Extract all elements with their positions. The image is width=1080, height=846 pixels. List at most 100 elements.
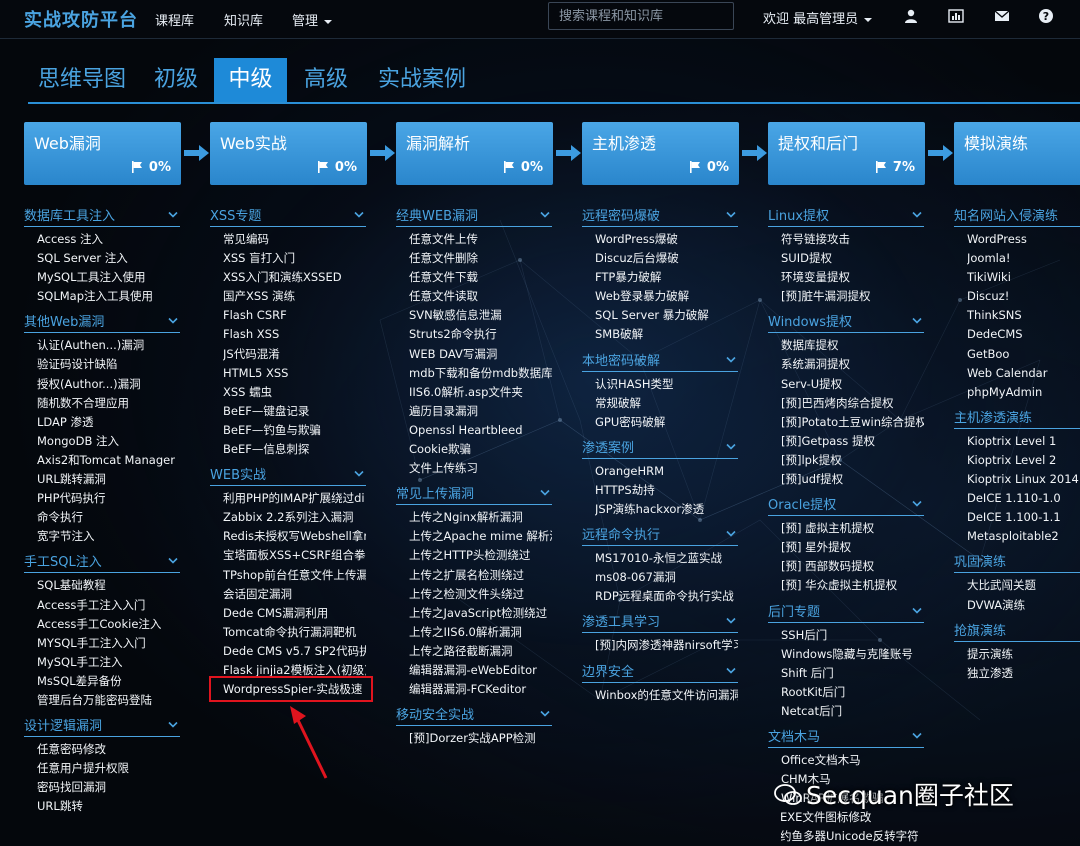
- section-header[interactable]: 数据库工具注入: [24, 208, 180, 227]
- lesson-item[interactable]: mdb下载和备份mdb数据库: [409, 364, 552, 383]
- lesson-item[interactable]: [预]脏牛漏洞提权: [781, 287, 924, 306]
- lesson-item[interactable]: MsSQL差异备份: [37, 672, 180, 691]
- lesson-item[interactable]: SUID提权: [781, 249, 924, 268]
- tab-advanced[interactable]: 高级: [304, 58, 348, 102]
- lesson-item[interactable]: WEB DAV写漏洞: [409, 345, 552, 364]
- lesson-item[interactable]: Metasploitable2: [967, 527, 1080, 546]
- lesson-item[interactable]: [预]Getpass 提权: [781, 432, 924, 451]
- section-header[interactable]: 常见上传漏洞: [396, 486, 552, 506]
- lesson-item[interactable]: 约鱼多器Unicode反转字符: [781, 827, 924, 846]
- lesson-item[interactable]: [预] 华众虚拟主机提权: [781, 576, 924, 595]
- lesson-item[interactable]: Shift 后门: [781, 664, 924, 683]
- nav-course-library[interactable]: 课程库: [155, 10, 194, 29]
- nav-manage[interactable]: 管理: [292, 10, 333, 29]
- lesson-item[interactable]: Winbox的任意文件访问漏洞: [595, 686, 738, 705]
- lesson-item[interactable]: SVN敏感信息泄漏: [409, 306, 552, 325]
- lesson-item[interactable]: [预]lpk提权: [781, 451, 924, 470]
- user-menu[interactable]: 欢迎 最高管理员: [763, 8, 873, 27]
- section-header[interactable]: 文档木马: [768, 729, 924, 748]
- lesson-item[interactable]: PHP代码执行: [37, 489, 180, 508]
- search-input[interactable]: [548, 2, 734, 30]
- section-header[interactable]: 边界安全: [582, 664, 738, 683]
- lesson-item[interactable]: 上传之路径截断漏洞: [409, 642, 552, 661]
- lesson-item[interactable]: MySQL工具注入使用: [37, 268, 180, 287]
- step-card-0[interactable]: Web漏洞 0%: [24, 122, 181, 185]
- lesson-item[interactable]: 命令执行: [37, 508, 180, 527]
- lesson-item[interactable]: Office文档木马: [781, 751, 924, 770]
- lesson-item[interactable]: XSS入门和演练XSSED: [223, 268, 366, 287]
- lesson-item[interactable]: Tomcat命令执行漏洞靶机: [223, 623, 366, 642]
- lesson-item[interactable]: 提示演练: [967, 645, 1080, 664]
- section-header[interactable]: 主机渗透演练: [954, 410, 1080, 429]
- lesson-item[interactable]: TPshop前台任意文件上传漏: [223, 566, 366, 585]
- step-card-4[interactable]: 提权和后门 7%: [768, 122, 925, 185]
- lesson-item[interactable]: 符号链接攻击: [781, 230, 924, 249]
- lesson-item[interactable]: Dede CMS v5.7 SP2代码执: [223, 642, 366, 661]
- lesson-item[interactable]: MYSQL手工注入入门: [37, 634, 180, 653]
- lesson-item[interactable]: 随机数不合理应用: [37, 394, 180, 413]
- lesson-item[interactable]: MySQL手工注入: [37, 653, 180, 672]
- mail-icon[interactable]: [994, 8, 1010, 24]
- section-header[interactable]: 巩固演练: [954, 554, 1080, 574]
- lesson-item[interactable]: Flash XSS: [223, 325, 366, 344]
- lesson-item[interactable]: 任意文件下载: [409, 268, 552, 287]
- lesson-item[interactable]: WordPress: [967, 230, 1080, 249]
- lesson-item[interactable]: 宽字节注入: [37, 527, 180, 546]
- lesson-item[interactable]: DeICE 1.100-1.1: [967, 508, 1080, 527]
- lesson-item[interactable]: Flash CSRF: [223, 306, 366, 325]
- lesson-item[interactable]: [预]内网渗透神器nirsoft学习: [595, 636, 738, 655]
- lesson-item[interactable]: 编辑器漏洞-FCKeditor: [409, 680, 552, 699]
- lesson-item[interactable]: 授权(Author...)漏洞: [37, 375, 180, 394]
- lesson-item[interactable]: 管理后台万能密码登陆: [37, 691, 180, 710]
- lesson-item[interactable]: SQL Server 暴力破解: [595, 306, 738, 325]
- lesson-item[interactable]: 系统漏洞提权: [781, 355, 924, 374]
- step-card-1[interactable]: Web实战 0%: [210, 122, 367, 185]
- lesson-item[interactable]: 任意用户提升权限: [37, 759, 180, 778]
- user-icon[interactable]: [903, 8, 919, 24]
- lesson-item[interactable]: Access手工Cookie注入: [37, 615, 180, 634]
- lesson-item[interactable]: Web登录暴力破解: [595, 287, 738, 306]
- lesson-item[interactable]: 独立渗透: [967, 664, 1080, 683]
- lesson-item[interactable]: HTML5 XSS: [223, 364, 366, 383]
- section-header[interactable]: 后门专题: [768, 604, 924, 623]
- lesson-item[interactable]: 上传之扩展名检测绕过: [409, 566, 552, 585]
- lesson-item[interactable]: 上传之Apache mime 解析漏: [409, 527, 552, 546]
- lesson-item[interactable]: 文件上传练习: [409, 459, 552, 478]
- lesson-item[interactable]: RootKit后门: [781, 683, 924, 702]
- lesson-item[interactable]: Kioptrix Linux 2014: [967, 470, 1080, 489]
- lesson-item[interactable]: Serv-U提权: [781, 375, 924, 394]
- lesson-item[interactable]: 遍历目录漏洞: [409, 402, 552, 421]
- lesson-item[interactable]: 任意文件读取: [409, 287, 552, 306]
- lesson-item[interactable]: [预]udf提权: [781, 470, 924, 489]
- lesson-item[interactable]: 上传之IIS6.0解析漏洞: [409, 623, 552, 642]
- lesson-item[interactable]: XSS 盲打入门: [223, 249, 366, 268]
- lesson-item[interactable]: 上传之Nginx解析漏洞: [409, 508, 552, 527]
- lesson-item[interactable]: SMB破解: [595, 325, 738, 344]
- lesson-item[interactable]: OrangeHRM: [595, 462, 738, 481]
- section-header[interactable]: 本地密码破解: [582, 353, 738, 372]
- lesson-item[interactable]: BeEF—信息刺探: [223, 440, 366, 459]
- lesson-item[interactable]: IIS6.0解析.asp文件夹: [409, 383, 552, 402]
- section-header[interactable]: 经典WEB漏洞: [396, 208, 552, 227]
- lesson-item[interactable]: 任意密码修改: [37, 740, 180, 759]
- lesson-item[interactable]: Web Calendar: [967, 364, 1080, 383]
- section-header[interactable]: 渗透案例: [582, 440, 738, 459]
- lesson-item[interactable]: Zabbix 2.2系列注入漏洞: [223, 508, 366, 527]
- lesson-item[interactable]: LDAP 渗透: [37, 413, 180, 432]
- help-icon[interactable]: ?: [1038, 8, 1054, 24]
- lesson-item[interactable]: JS代码混淆: [223, 345, 366, 364]
- lesson-item[interactable]: Discuz!: [967, 287, 1080, 306]
- lesson-item[interactable]: SQL基础教程: [37, 576, 180, 595]
- section-header[interactable]: 手工SQL注入: [24, 554, 180, 574]
- tab-intermediate[interactable]: 中级: [214, 58, 287, 102]
- lesson-item[interactable]: Axis2和Tomcat Manager: [37, 451, 180, 470]
- lesson-item[interactable]: Netcat后门: [781, 702, 924, 721]
- lesson-item[interactable]: 验证码设计缺陷: [37, 355, 180, 374]
- lesson-item[interactable]: SQLMap注入工具使用: [37, 287, 180, 306]
- lesson-item[interactable]: Access手工注入入门: [37, 596, 180, 615]
- section-header[interactable]: XSS专题: [210, 208, 366, 227]
- lesson-item[interactable]: GPU密码破解: [595, 413, 738, 432]
- section-header[interactable]: 设计逻辑漏洞: [24, 718, 180, 738]
- section-header[interactable]: 渗透工具学习: [582, 614, 738, 634]
- lesson-item[interactable]: Access 注入: [37, 230, 180, 249]
